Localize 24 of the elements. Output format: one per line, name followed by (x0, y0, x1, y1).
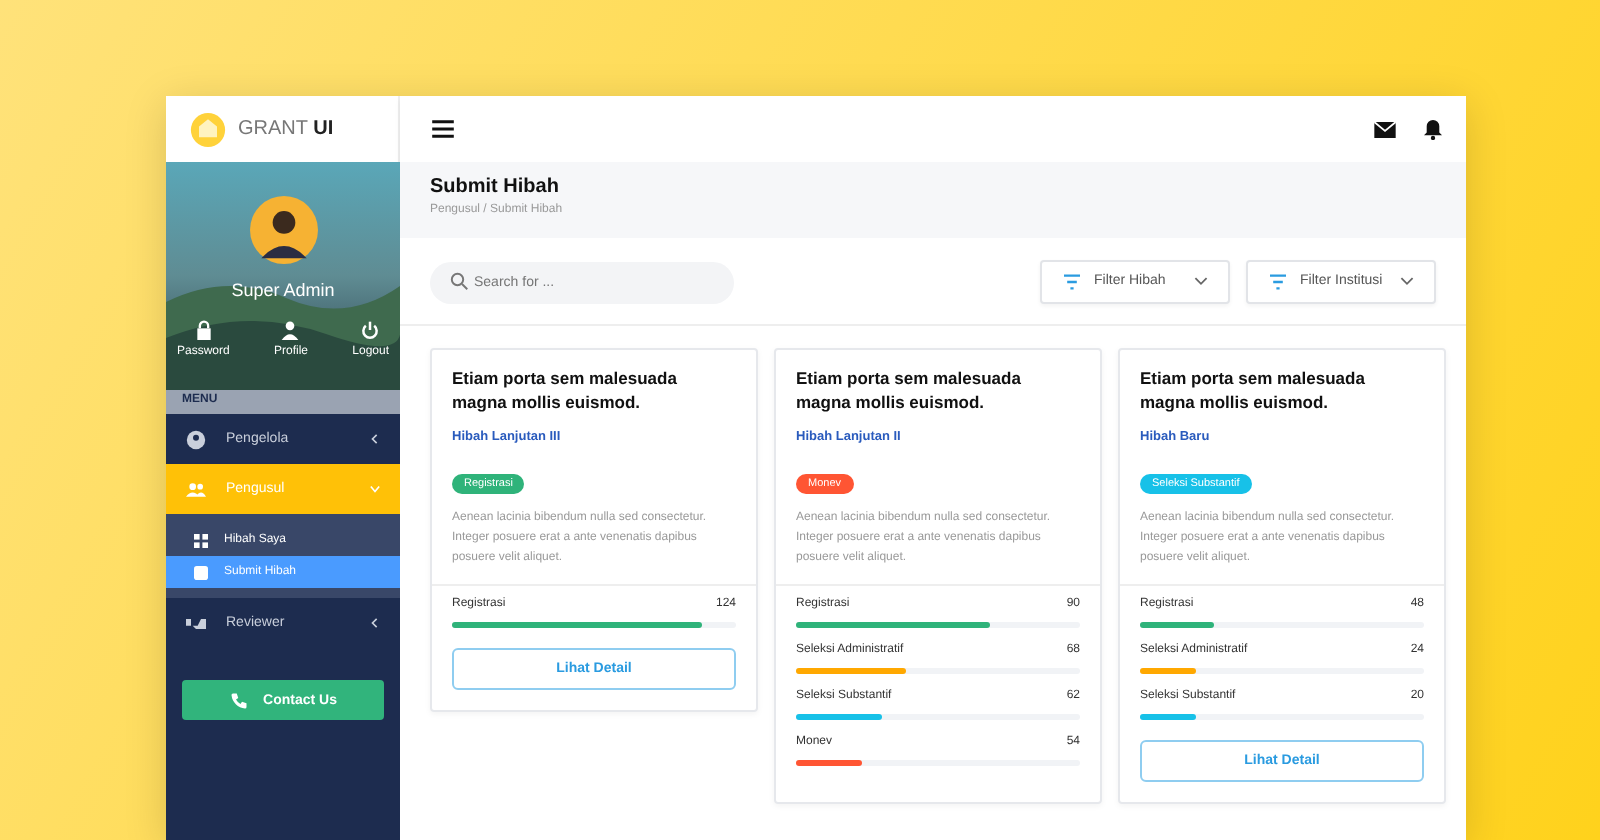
filter-icon (1062, 273, 1082, 289)
phone-icon (229, 691, 248, 709)
mail-icon[interactable] (1374, 121, 1396, 137)
person-icon (280, 320, 301, 340)
chevron-icon (370, 434, 380, 444)
power-icon (360, 320, 381, 340)
chevron-icon (370, 484, 380, 494)
filter-icon (1268, 273, 1288, 289)
logo-icon (190, 111, 226, 147)
card-title: Etiam porta sem malesuada magna mollis euismod. (1140, 368, 1367, 416)
user-name: Super Admin (231, 280, 335, 300)
card-title: Etiam porta sem malesuada magna mollis euismod. (452, 368, 679, 416)
grid-icon (194, 533, 208, 547)
page-title: Submit Hibah (430, 176, 561, 198)
square-icon (194, 565, 208, 579)
chevron-icon (1400, 276, 1414, 286)
brand-name: GRANT UI (238, 118, 334, 140)
lock-icon (193, 320, 214, 340)
chevron-icon (1194, 276, 1208, 286)
search-icon (450, 272, 468, 290)
card-title: Etiam porta sem malesuada magna mollis euismod. (796, 368, 1023, 416)
bell-icon[interactable] (1424, 118, 1442, 140)
chevron-icon (370, 618, 380, 628)
avatar-icon (249, 196, 317, 264)
